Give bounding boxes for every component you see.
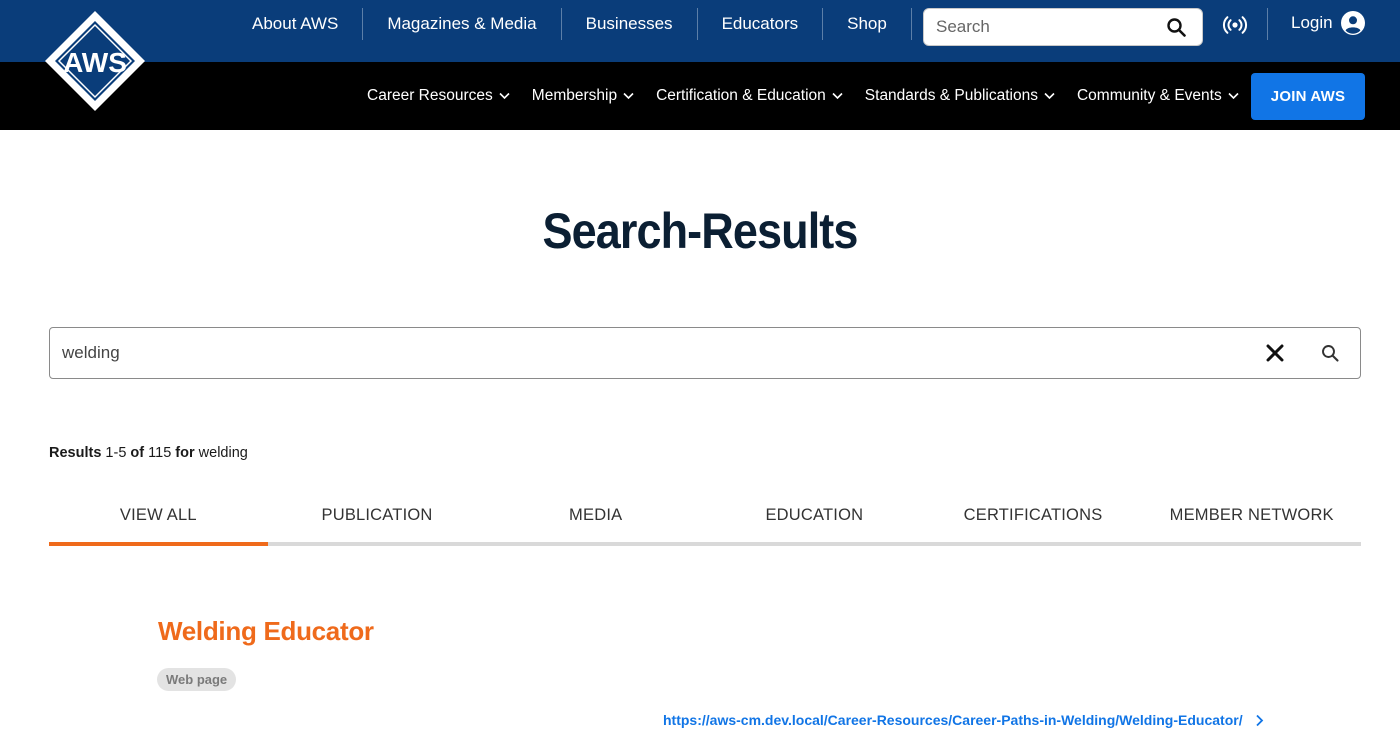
main-nav: Career Resources Membership Certificatio…	[356, 62, 1250, 130]
login-link[interactable]: Login	[1291, 10, 1365, 36]
top-nav-shop[interactable]: Shop	[823, 8, 912, 40]
chevron-down-icon	[499, 92, 510, 100]
tab-certifications[interactable]: CERTIFICATIONS	[924, 500, 1143, 542]
divider	[1267, 8, 1268, 40]
results-prefix: Results	[49, 445, 102, 461]
chevron-right-icon	[1255, 714, 1263, 726]
chevron-down-icon	[832, 92, 843, 100]
main-nav-label: Career Resources	[367, 87, 493, 104]
user-circle-icon	[1340, 11, 1365, 35]
results-for: for	[175, 445, 195, 461]
main-nav-label: Standards & Publications	[864, 87, 1038, 104]
tab-education[interactable]: EDUCATION	[705, 500, 924, 542]
main-nav-label: Community & Events	[1076, 87, 1222, 104]
top-nav-about[interactable]: About AWS	[228, 8, 364, 40]
top-search-input[interactable]	[924, 9, 1164, 45]
main-nav-membership[interactable]: Membership	[521, 87, 645, 105]
chevron-down-icon	[623, 92, 634, 100]
results-range: 1-5	[105, 445, 127, 461]
podcast-icon[interactable]	[1222, 12, 1248, 38]
search-input[interactable]	[50, 328, 1240, 378]
results-query: welding	[198, 445, 248, 461]
top-search-box	[923, 8, 1203, 46]
main-nav-career-resources[interactable]: Career Resources	[356, 87, 521, 105]
tab-media[interactable]: MEDIA	[486, 500, 705, 542]
top-nav-educators[interactable]: Educators	[698, 8, 824, 40]
chevron-down-icon	[1044, 92, 1055, 100]
results-of: of	[130, 445, 145, 461]
results-tabs: VIEW ALL PUBLICATION MEDIA EDUCATION CER…	[49, 500, 1361, 546]
join-aws-button[interactable]: JOIN AWS	[1251, 73, 1365, 120]
result-type-badge: Web page	[157, 668, 237, 691]
main-nav-label: Membership	[531, 87, 618, 104]
main-nav-standards-publications[interactable]: Standards & Publications	[854, 87, 1066, 105]
tab-member-network[interactable]: MEMBER NETWORK	[1142, 500, 1361, 542]
top-bar: About AWS Magazines & Media Businesses E…	[0, 0, 1400, 62]
results-total: 115	[148, 445, 172, 461]
chevron-down-icon	[1228, 92, 1239, 100]
tab-publication[interactable]: PUBLICATION	[268, 500, 487, 542]
main-nav-label: Certification & Education	[656, 87, 826, 104]
close-icon[interactable]	[1265, 343, 1285, 363]
search-icon[interactable]	[1166, 17, 1186, 37]
login-label: Login	[1291, 13, 1333, 32]
top-nav: About AWS Magazines & Media Businesses E…	[228, 8, 912, 40]
result-url: https://aws-cm.dev.local/Career-Resource…	[663, 712, 1243, 728]
main-nav-community-events[interactable]: Community & Events	[1066, 87, 1250, 105]
search-box	[49, 327, 1361, 379]
tab-view-all[interactable]: VIEW ALL	[49, 500, 268, 546]
result-title[interactable]: Welding Educator	[158, 616, 374, 647]
main-nav-certification-education[interactable]: Certification & Education	[645, 87, 854, 105]
top-nav-businesses[interactable]: Businesses	[562, 8, 698, 40]
top-nav-magazines[interactable]: Magazines & Media	[363, 8, 562, 40]
search-icon[interactable]	[1321, 344, 1339, 362]
page-title: Search-Results	[542, 203, 858, 259]
main-nav-bar: Career Resources Membership Certificatio…	[0, 62, 1400, 130]
result-url-link[interactable]: https://aws-cm.dev.local/Career-Resource…	[663, 712, 1264, 728]
logo-text: AWS	[63, 47, 127, 78]
aws-logo[interactable]: AWS	[44, 10, 146, 112]
results-summary: Results 1-5 of 115 for welding	[49, 445, 248, 461]
